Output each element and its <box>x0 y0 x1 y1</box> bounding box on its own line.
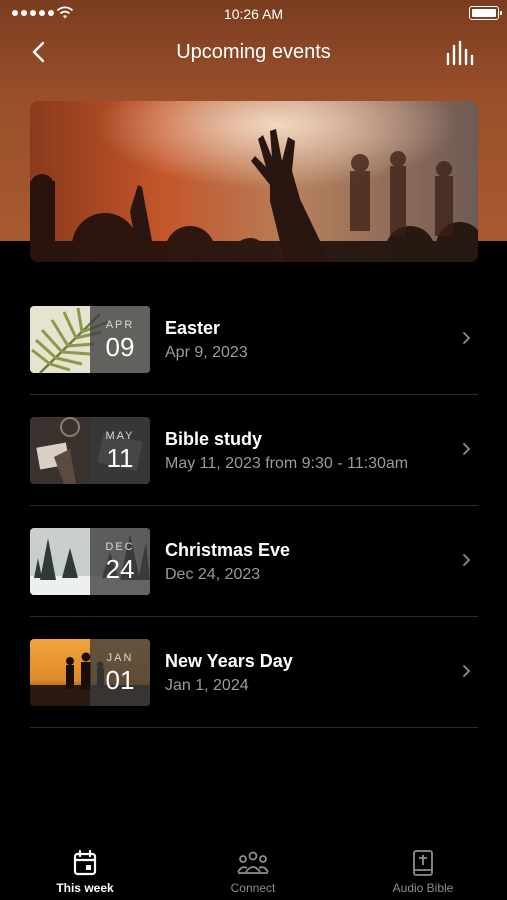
event-title: Christmas Eve <box>165 540 291 560</box>
event-day: 11 <box>106 443 134 473</box>
event-title: Easter <box>165 318 221 338</box>
chevron-right-icon <box>463 443 471 455</box>
tab-label: Audio Bible <box>392 881 454 895</box>
event-date: May 11, 2023 from 9:30 - 11:30am <box>165 455 409 472</box>
event-day: 24 <box>105 554 135 584</box>
audio-levels-icon[interactable] <box>445 40 477 66</box>
event-title: New Years Day <box>165 651 293 671</box>
tab-label: This week <box>56 881 114 895</box>
event-title: Bible study <box>165 429 263 449</box>
chevron-right-icon <box>463 554 471 566</box>
list-item[interactable]: DEC 24 Christmas Eve Dec 24, 2023 <box>30 506 478 617</box>
event-thumbnail: MAY 11 <box>30 417 150 484</box>
navigation-bar: Upcoming events <box>0 30 507 74</box>
date-badge: APR 09 <box>90 306 150 373</box>
list-item[interactable]: MAY 11 Bible study May 11, 2023 from 9:3… <box>30 395 478 506</box>
event-thumbnail: APR 09 <box>30 306 150 373</box>
chevron-right-icon <box>463 332 471 344</box>
tab-this-week[interactable]: This week <box>20 840 150 895</box>
event-day: 01 <box>105 665 135 695</box>
battery-icon <box>469 6 502 20</box>
chevron-right-icon <box>463 665 471 677</box>
event-thumbnail: JAN 01 <box>30 639 150 706</box>
event-thumbnail: DEC 24 <box>30 528 150 595</box>
date-badge: JAN 01 <box>90 639 150 706</box>
list-item[interactable]: APR 09 Easter Apr 9, 2023 <box>30 284 478 395</box>
people-icon <box>237 851 269 874</box>
date-badge: MAY 11 <box>90 417 150 484</box>
date-badge: DEC 24 <box>90 528 150 595</box>
tab-bar: This week Connect Audio Bible <box>0 840 507 900</box>
event-month: MAY <box>105 430 135 442</box>
event-date: Apr 9, 2023 <box>165 344 248 361</box>
event-date: Dec 24, 2023 <box>165 566 261 583</box>
event-date: Jan 1, 2024 <box>165 677 249 694</box>
bible-icon <box>413 850 433 876</box>
concert-worship-image <box>30 101 478 262</box>
status-time: 10:26 AM <box>223 6 284 22</box>
event-month: JAN <box>106 652 134 664</box>
event-month: DEC <box>105 541 135 553</box>
status-bar: 10:26 AM <box>0 0 507 28</box>
tab-audio-bible[interactable]: Audio Bible <box>358 840 488 895</box>
list-item[interactable]: JAN 01 New Years Day Jan 1, 2024 <box>30 617 478 728</box>
tab-connect[interactable]: Connect <box>188 840 318 895</box>
event-list: APR 09 Easter Apr 9, 2023 MAY 11 Bible s… <box>30 284 478 728</box>
hero-image[interactable] <box>30 101 478 262</box>
event-month: APR <box>105 319 135 331</box>
tab-label: Connect <box>230 881 276 895</box>
calendar-icon <box>73 850 97 876</box>
event-day: 09 <box>105 332 135 362</box>
page-title: Upcoming events <box>176 41 331 63</box>
